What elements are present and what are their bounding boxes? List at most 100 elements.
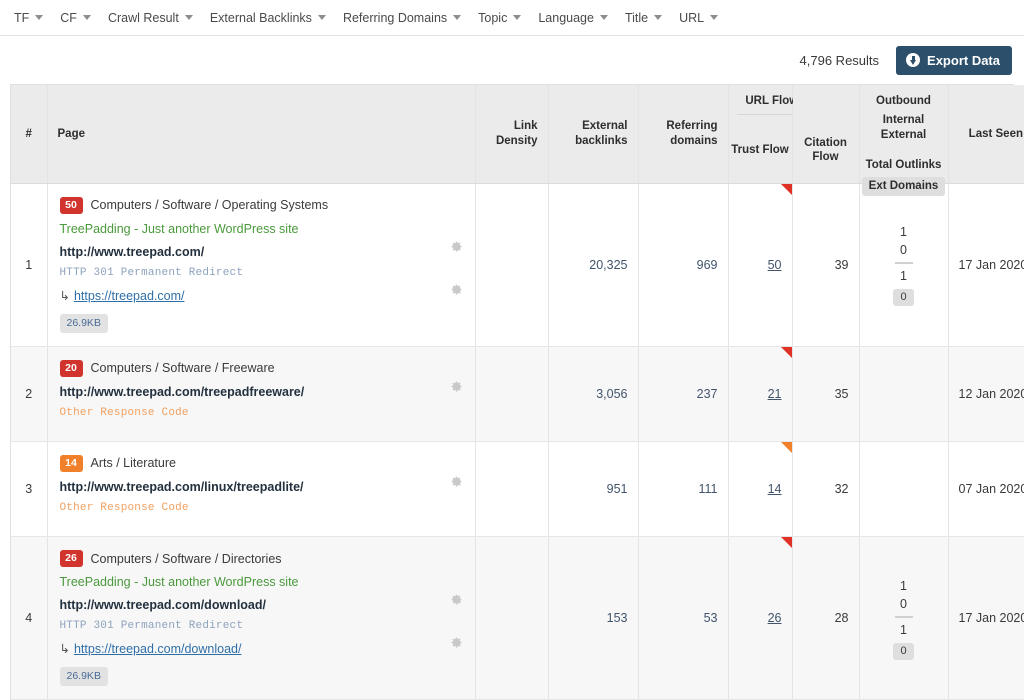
- filter-bar: TF CF Crawl Result External Backlinks Re…: [0, 0, 1024, 36]
- topical-trust-flow-score: 20: [59, 359, 83, 377]
- category-line: 14 Arts / Literature: [59, 454, 465, 472]
- crawl-status: Other Response Code: [59, 406, 189, 419]
- trust-flow-value[interactable]: 21: [768, 387, 782, 401]
- trust-flow-cell: 14: [728, 441, 793, 538]
- header-last-seen[interactable]: Last Seen: [948, 85, 1024, 184]
- trust-flow-cell: 26: [728, 536, 793, 700]
- header-outbound-group: Outbound: [876, 95, 931, 107]
- trust-flow-value[interactable]: 50: [768, 258, 782, 272]
- filter-referring-domains[interactable]: Referring Domains: [343, 11, 462, 25]
- page-title: TreePadding - Just another WordPress sit…: [59, 575, 299, 590]
- header-outbound-ext-domains[interactable]: Ext Domains: [861, 176, 946, 196]
- export-data-label: Export Data: [927, 52, 1000, 68]
- crawl-status: Other Response Code: [59, 502, 189, 514]
- topical-flag-icon: [780, 441, 792, 453]
- trust-flow-value[interactable]: 14: [768, 482, 782, 496]
- redirect-url-link[interactable]: https://treepad.com/download/: [74, 642, 241, 656]
- header-external-backlinks[interactable]: External backlinks: [548, 85, 639, 184]
- header-outbound-internal: Internal: [882, 114, 925, 126]
- redirect-url-link[interactable]: https://treepad.com/: [74, 289, 184, 303]
- filter-language-label: Language: [538, 10, 594, 25]
- citation-flow-cell: 39: [792, 183, 860, 347]
- header-index[interactable]: #: [11, 85, 48, 184]
- topical-trust-flow-score: 50: [59, 196, 83, 214]
- outbound-internal-value: 1: [900, 225, 907, 240]
- outbound-cell: [859, 346, 949, 442]
- citation-flow-cell: 28: [792, 536, 860, 700]
- page-url[interactable]: http://www.treepad.com/download/: [60, 598, 465, 612]
- table-row[interactable]: 4 26 Computers / Software / Directories Tre…: [11, 536, 1024, 700]
- outbound-total-value: 1: [900, 269, 907, 284]
- gear-icon[interactable]: [450, 636, 463, 649]
- row-index: 3: [11, 441, 48, 538]
- filter-tf[interactable]: TF: [14, 10, 44, 25]
- header-link-density[interactable]: Link Density: [475, 85, 549, 184]
- referring-domains-cell: 237: [638, 346, 729, 442]
- last-seen-cell: 17 Jan 2020: [948, 536, 1024, 700]
- table-body: 1 50 Computers / Software / Operating Syst…: [11, 183, 1024, 700]
- filter-title-label: Title: [624, 10, 649, 25]
- filter-cf[interactable]: CF: [60, 11, 91, 25]
- header-trust-flow-label: Trust Flow: [731, 144, 789, 157]
- chevron-down-icon: [710, 15, 719, 20]
- filter-external-backlinks-label: External Backlinks: [209, 10, 312, 25]
- trust-flow-value[interactable]: 26: [768, 611, 782, 625]
- category-line: 26 Computers / Software / Directories: [59, 550, 465, 568]
- outbound-cell: 1 0 1 0: [859, 183, 949, 347]
- category-label: Computers / Software / Directories: [90, 551, 282, 566]
- outbound-cell: 1 0 1 0: [859, 536, 949, 700]
- table-row[interactable]: 2 20 Computers / Software / Freeware http:/…: [11, 346, 1024, 442]
- filter-title[interactable]: Title: [624, 10, 663, 25]
- header-page[interactable]: Page: [47, 85, 476, 184]
- filter-url[interactable]: URL: [679, 11, 719, 25]
- results-table: # Page Link Density External backlinks R…: [11, 85, 1024, 700]
- gear-icon[interactable]: [450, 283, 463, 296]
- redirect-row: ↳ https://treepad.com/: [60, 288, 465, 303]
- gear-icon[interactable]: [450, 475, 463, 488]
- chevron-down-icon: [599, 15, 608, 20]
- filter-topic[interactable]: Topic: [478, 11, 522, 25]
- filter-crawl-result-label: Crawl Result: [107, 10, 179, 25]
- results-toolbar: 4,796 Results Export Data: [0, 36, 1024, 84]
- page-url[interactable]: http://www.treepad.com/treepadfreeware/: [60, 385, 465, 399]
- topical-trust-flow-score: 26: [59, 550, 83, 568]
- outbound-ext-domains-value: 0: [893, 642, 914, 660]
- header-citation-flow[interactable]: Citation Flow: [792, 85, 860, 184]
- header-referring-domains[interactable]: Referring domains: [638, 85, 729, 184]
- filter-language[interactable]: Language: [538, 11, 608, 25]
- external-backlinks-cell: 20,325: [548, 183, 639, 347]
- gear-icon[interactable]: [450, 593, 463, 606]
- page-size-badge: 26.9KB: [59, 313, 108, 333]
- export-data-button[interactable]: Export Data: [896, 45, 1012, 75]
- external-backlinks-cell: 153: [548, 536, 639, 700]
- outbound-internal-value: 1: [900, 578, 907, 593]
- citation-flow-cell: 35: [792, 346, 860, 442]
- header-citation-flow-label: Citation Flow: [804, 136, 847, 164]
- page-cell: 50 Computers / Software / Operating Syste…: [47, 183, 476, 347]
- last-seen-cell: 12 Jan 2020: [948, 346, 1024, 442]
- download-circle-icon: [906, 53, 921, 67]
- outbound-divider: [894, 615, 913, 618]
- outbound-ext-domains-value: 0: [893, 289, 914, 307]
- gear-icon[interactable]: [450, 240, 463, 253]
- header-outbound[interactable]: Outbound Internal External Total Outlink…: [859, 85, 949, 196]
- link-density-cell: [475, 536, 549, 700]
- table-row[interactable]: 1 50 Computers / Software / Operating Syst…: [11, 183, 1024, 347]
- table-row[interactable]: 3 14 Arts / Literature http://www.treepad.c…: [11, 441, 1024, 538]
- topical-trust-flow-score: 14: [59, 454, 83, 472]
- trust-flow-cell: 21: [728, 346, 793, 442]
- chevron-down-icon: [654, 15, 663, 20]
- filter-tf-label: TF: [14, 10, 30, 25]
- filter-external-backlinks[interactable]: External Backlinks: [210, 11, 326, 25]
- redirect-arrow-icon: ↳: [59, 642, 70, 657]
- page-url[interactable]: http://www.treepad.com/linux/treepadlite…: [60, 480, 465, 494]
- page-url[interactable]: http://www.treepad.com/: [60, 245, 465, 259]
- filter-crawl-result[interactable]: Crawl Result: [108, 11, 193, 25]
- link-density-cell: [475, 346, 549, 442]
- gear-icon[interactable]: [450, 380, 463, 393]
- page-cell: 20 Computers / Software / Freeware http://…: [47, 346, 476, 442]
- page-cell: 26 Computers / Software / Directories Tree…: [47, 536, 476, 700]
- chevron-down-icon: [317, 15, 326, 20]
- header-trust-flow[interactable]: URL Flow Metrics Trust Flow: [728, 85, 851, 184]
- referring-domains-cell: 111: [638, 441, 729, 538]
